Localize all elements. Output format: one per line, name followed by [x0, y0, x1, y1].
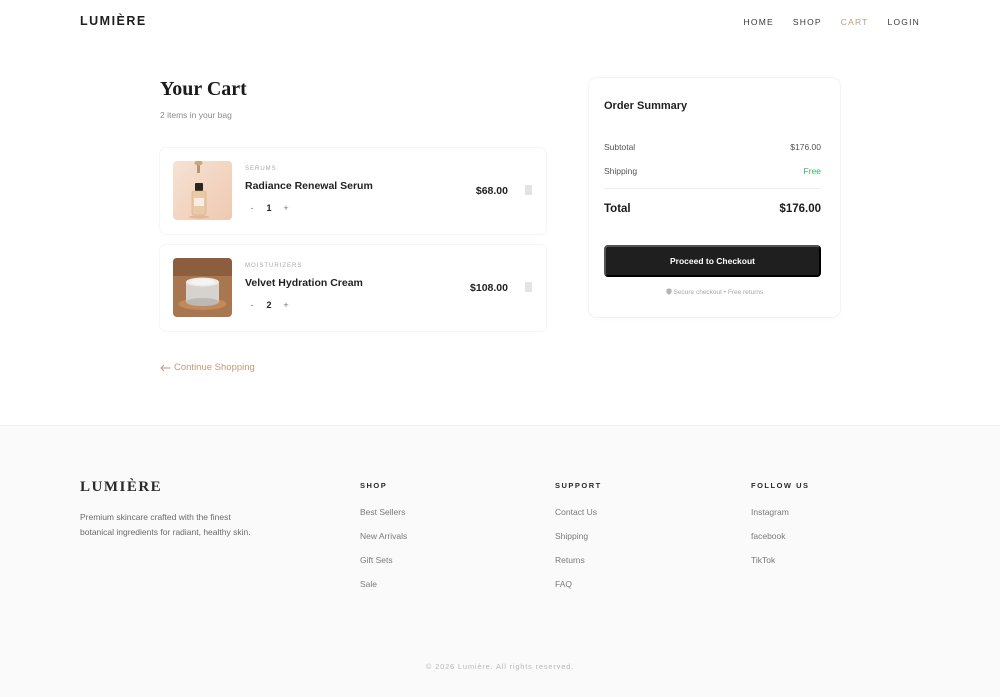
continue-shopping-label: Continue Shopping [174, 362, 255, 373]
footer-description: Premium skincare crafted with the finest… [80, 512, 251, 537]
page-title: Your Cart [160, 78, 247, 100]
summary-title: Order Summary [604, 100, 688, 112]
brand-logo[interactable]: LUMIÈRE [80, 14, 147, 28]
product-name[interactable]: Velvet Hydration Cream [245, 277, 363, 289]
shipping-row: Shipping Free [604, 166, 821, 176]
shipping-value: Free [803, 166, 821, 176]
product-name[interactable]: Radiance Renewal Serum [245, 180, 373, 192]
footer-support-column: SUPPORT Contact Us Shipping Returns FAQ [555, 481, 602, 603]
product-image-cream[interactable] [173, 258, 232, 317]
decrease-quantity-button[interactable]: - [248, 203, 256, 213]
shipping-label: Shipping [604, 166, 638, 176]
quantity-value: 2 [266, 300, 272, 310]
total-label: Total [604, 203, 631, 215]
footer-link-shipping[interactable]: Shipping [555, 531, 602, 542]
footer-brand: LUMIÈRE [80, 479, 163, 495]
cart-item: MOISTURIZERS Velvet Hydration Cream - 2 … [160, 245, 546, 331]
site-header: LUMIÈRE HOME SHOP CART LOGIN [0, 0, 1000, 44]
site-footer: LUMIÈRE Premium skincare crafted with th… [0, 425, 1000, 697]
footer-follow-heading: FOLLOW US [751, 481, 810, 490]
footer-link-contact-us[interactable]: Contact Us [555, 507, 602, 518]
footer-link-instagram[interactable]: Instagram [751, 507, 810, 518]
footer-link-gift-sets[interactable]: Gift Sets [360, 555, 407, 566]
cart-item: SERUMS Radiance Renewal Serum - 1 + $68.… [160, 148, 546, 234]
main-nav: HOME SHOP CART LOGIN [744, 17, 920, 27]
subtotal-row: Subtotal $176.00 [604, 142, 821, 152]
copyright-text: © 2026 Lumière. All rights reserved. [425, 662, 575, 671]
footer-link-returns[interactable]: Returns [555, 555, 602, 566]
footer-shop-heading: SHOP [360, 481, 388, 490]
nav-cart[interactable]: CART [841, 17, 869, 27]
nav-login[interactable]: LOGIN [888, 17, 920, 27]
product-image-serum[interactable] [173, 161, 232, 220]
secure-checkout-note: Secure checkout • Free returns [589, 288, 840, 296]
footer-follow-column: FOLLOW US Instagram facebook TikTok [751, 481, 810, 579]
footer-link-new-arrivals[interactable]: New Arrivals [360, 531, 407, 542]
footer-link-tiktok[interactable]: TikTok [751, 555, 810, 566]
summary-divider [604, 188, 821, 189]
decrease-quantity-button[interactable]: - [248, 300, 256, 310]
footer-link-faq[interactable]: FAQ [555, 579, 602, 590]
cream-jar-icon [173, 258, 232, 317]
product-price: $68.00 [475, 185, 508, 197]
continue-shopping-link[interactable]: Continue Shopping [160, 362, 255, 373]
quantity-stepper: - 1 + [248, 203, 290, 213]
footer-support-heading: SUPPORT [555, 481, 602, 490]
footer-link-sale[interactable]: Sale [360, 579, 407, 590]
trash-icon[interactable] [525, 282, 532, 292]
quantity-value: 1 [266, 203, 272, 213]
product-category: MOISTURIZERS [245, 263, 303, 269]
nav-shop[interactable]: SHOP [793, 17, 822, 27]
arrow-left-icon [160, 364, 171, 371]
increase-quantity-button[interactable]: + [282, 203, 290, 213]
secure-checkout-text: Secure checkout • Free returns [673, 289, 764, 296]
trash-icon[interactable] [525, 185, 532, 195]
subtotal-label: Subtotal [604, 142, 636, 152]
serum-bottle-icon [173, 161, 232, 220]
total-row: Total $176.00 [604, 203, 821, 215]
product-category: SERUMS [245, 166, 277, 172]
cart-item-count: 2 items in your bag [160, 110, 232, 120]
footer-link-facebook[interactable]: facebook [751, 531, 810, 542]
total-value: $176.00 [779, 203, 821, 215]
increase-quantity-button[interactable]: + [282, 300, 290, 310]
subtotal-value: $176.00 [790, 142, 821, 152]
checkout-button[interactable]: Proceed to Checkout [604, 245, 821, 277]
quantity-stepper: - 2 + [248, 300, 290, 310]
product-price: $108.00 [470, 282, 508, 294]
nav-home[interactable]: HOME [744, 17, 774, 27]
order-summary: Order Summary Subtotal $176.00 Shipping … [589, 78, 840, 317]
footer-link-best-sellers[interactable]: Best Sellers [360, 507, 407, 518]
shield-icon [666, 288, 672, 295]
footer-shop-column: SHOP Best Sellers New Arrivals Gift Sets… [360, 481, 407, 603]
